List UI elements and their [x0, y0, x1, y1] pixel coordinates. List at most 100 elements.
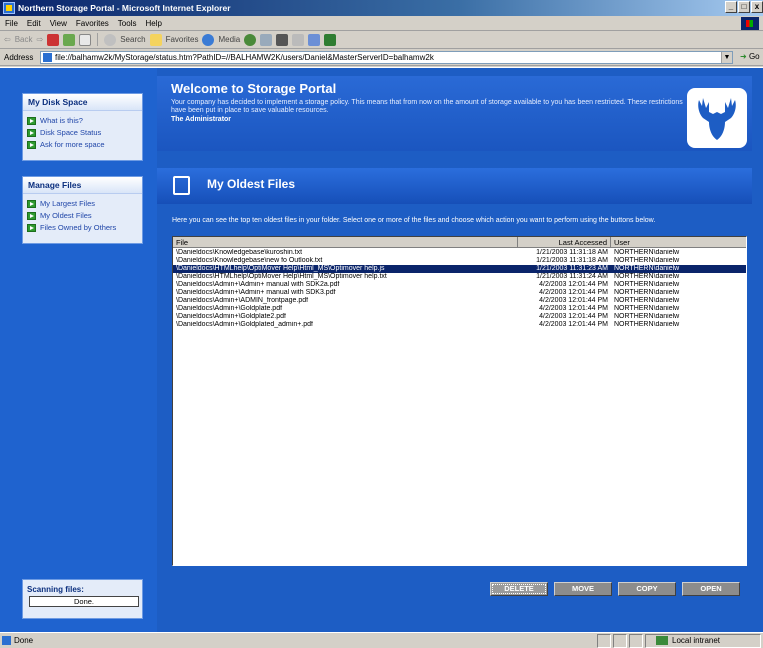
- file-name-cell: \Danieldocs\Admin+\Admin+ manual with SD…: [176, 289, 336, 296]
- history-icon[interactable]: [244, 33, 257, 46]
- file-list-header: File Last Accessed User: [173, 237, 746, 248]
- last-accessed-cell: 4/2/2003 12:01:44 PM: [539, 321, 608, 328]
- menu-file[interactable]: File: [5, 16, 18, 30]
- last-accessed-cell: 1/21/2003 11:31:24 AM: [536, 273, 608, 280]
- file-row[interactable]: \Danieldocs\Admin+\Admin+ manual with SD…: [173, 289, 746, 297]
- file-row[interactable]: \Danieldocs\Admin+\Goldplate.pdf 4/2/2003…: [173, 305, 746, 313]
- file-name-cell: \Danieldocs\Admin+\Goldplate2.pdf: [176, 313, 286, 320]
- arrow-icon: [27, 200, 36, 208]
- window-title: Northern Storage Portal - Microsoft Inte…: [18, 3, 231, 13]
- user-cell: NORTHERN\danielw: [614, 281, 680, 288]
- sidebar-link-my-largest-files[interactable]: My Largest Files: [23, 198, 142, 210]
- sidebar-link-my-oldest-files[interactable]: My Oldest Files: [23, 210, 142, 222]
- toolbar: ⇦ Back ⇨ Search Favorites Media: [0, 31, 763, 49]
- messenger-icon[interactable]: [324, 33, 337, 46]
- panel-title: My Disk Space: [23, 94, 142, 111]
- column-header-file[interactable]: File: [173, 237, 518, 248]
- column-header-user[interactable]: User: [611, 237, 746, 248]
- edit-icon[interactable]: [292, 33, 305, 46]
- menu-favorites[interactable]: Favorites: [76, 16, 109, 30]
- sidebar-link-what-is-this[interactable]: What is this?: [23, 115, 142, 127]
- print-icon[interactable]: [276, 33, 289, 46]
- panel-title: Manage Files: [23, 177, 142, 194]
- user-cell: NORTHERN\danielw: [614, 249, 680, 256]
- mail-icon[interactable]: [260, 33, 273, 46]
- file-name-cell: \Danieldocs\HTMLhelp\OptiMover Help\Html…: [176, 273, 387, 280]
- file-row[interactable]: \Danieldocs\Knowledgebase\kuroshin.txt 1/…: [173, 249, 746, 257]
- search-button[interactable]: Search: [120, 35, 145, 44]
- title-bar: Northern Storage Portal - Microsoft Inte…: [0, 0, 763, 16]
- last-accessed-cell: 4/2/2003 12:01:44 PM: [539, 289, 608, 296]
- user-cell: NORTHERN\danielw: [614, 273, 680, 280]
- delete-button[interactable]: DELETE: [490, 582, 548, 596]
- welcome-banner: Welcome to Storage Portal Your company h…: [157, 76, 752, 151]
- discuss-icon[interactable]: [308, 33, 321, 46]
- windows-logo-icon: [741, 17, 759, 30]
- move-button[interactable]: MOVE: [554, 582, 612, 596]
- refresh-icon[interactable]: [63, 33, 76, 46]
- column-header-last-accessed[interactable]: Last Accessed: [518, 237, 611, 248]
- maximize-button[interactable]: □: [738, 1, 750, 13]
- minimize-button[interactable]: _: [725, 1, 737, 13]
- arrow-icon: [27, 117, 36, 125]
- menu-help[interactable]: Help: [145, 16, 161, 30]
- media-button[interactable]: Media: [218, 35, 240, 44]
- file-row[interactable]: \Danieldocs\Knowledgebase\new fo Outlook…: [173, 257, 746, 265]
- address-input[interactable]: file://balhamw2k/MyStorage/status.htm?Pa…: [40, 51, 733, 64]
- files-icon: [173, 176, 190, 195]
- stop-icon[interactable]: [47, 33, 60, 46]
- open-button[interactable]: OPEN: [682, 582, 740, 596]
- file-row[interactable]: \Danieldocs\Admin+\Goldplate2.pdf 4/2/200…: [173, 313, 746, 321]
- main-content: Welcome to Storage Portal Your company h…: [157, 68, 763, 632]
- file-name-cell: \Danieldocs\HTMLhelp\OptiMover Help\Html…: [176, 265, 385, 272]
- menu-tools[interactable]: Tools: [118, 16, 137, 30]
- section-title: My Oldest Files: [207, 177, 296, 191]
- favorites-icon[interactable]: [149, 33, 162, 46]
- file-row[interactable]: \Danieldocs\Admin+\ADMIN_frontpage.pdf 4/…: [173, 297, 746, 305]
- file-name-cell: \Danieldocs\Knowledgebase\new fo Outlook…: [176, 257, 323, 264]
- ie-icon: [3, 2, 15, 14]
- status-cell: [613, 634, 627, 648]
- back-arrow-icon[interactable]: ⇦: [4, 35, 11, 44]
- status-text: Done: [14, 636, 34, 645]
- file-row[interactable]: \Danieldocs\HTMLhelp\OptiMover Help\Html…: [173, 265, 746, 273]
- search-icon[interactable]: [104, 33, 117, 46]
- back-button[interactable]: Back: [15, 35, 33, 44]
- go-label: Go: [748, 52, 760, 61]
- sidebar-link-ask-for-more-space[interactable]: Ask for more space: [23, 139, 142, 151]
- page-status-icon: [2, 636, 11, 645]
- web-page: My Disk Space What is this? Disk Space S…: [0, 67, 763, 632]
- menu-edit[interactable]: Edit: [27, 16, 41, 30]
- last-accessed-cell: 1/21/2003 11:31:18 AM: [536, 257, 608, 264]
- toolbar-separator: [97, 33, 99, 46]
- media-icon[interactable]: [202, 33, 215, 46]
- menu-view[interactable]: View: [50, 16, 67, 30]
- sidebar-link-files-owned-by-others[interactable]: Files Owned by Others: [23, 222, 142, 234]
- user-cell: NORTHERN\danielw: [614, 305, 680, 312]
- file-row[interactable]: \Danieldocs\HTMLhelp\OptiMover Help\Html…: [173, 273, 746, 281]
- sidebar: My Disk Space What is this? Disk Space S…: [0, 68, 157, 632]
- file-name-cell: \Danieldocs\Admin+\ADMIN_frontpage.pdf: [176, 297, 309, 304]
- scanning-label: Scanning files:: [27, 585, 84, 594]
- scanning-status-box: Done.: [29, 596, 139, 607]
- file-row[interactable]: \Danieldocs\Admin+\Goldplated_admin+.pdf…: [173, 321, 746, 329]
- status-bar: Done Local intranet: [0, 632, 763, 648]
- user-cell: NORTHERN\danielw: [614, 321, 680, 328]
- file-row[interactable]: \Danieldocs\Admin+\Admin+ manual with SD…: [173, 281, 746, 289]
- link-label: Disk Space Status: [40, 128, 102, 137]
- arrow-icon: [27, 224, 36, 232]
- intranet-icon: [656, 636, 668, 645]
- last-accessed-cell: 4/2/2003 12:01:44 PM: [539, 305, 608, 312]
- address-dropdown-icon[interactable]: ▼: [721, 52, 732, 63]
- close-button[interactable]: x: [751, 1, 763, 13]
- copy-button[interactable]: COPY: [618, 582, 676, 596]
- last-accessed-cell: 4/2/2003 12:01:44 PM: [539, 297, 608, 304]
- home-icon[interactable]: [79, 33, 92, 46]
- sidebar-link-disk-space-status[interactable]: Disk Space Status: [23, 127, 142, 139]
- favorites-button[interactable]: Favorites: [166, 35, 199, 44]
- action-buttons: DELETE MOVE COPY OPEN: [490, 582, 740, 596]
- file-list[interactable]: File Last Accessed User \Danieldocs\Know…: [172, 236, 747, 566]
- go-button[interactable]: ➜ Go: [740, 52, 760, 61]
- file-name-cell: \Danieldocs\Admin+\Admin+ manual with SD…: [176, 281, 340, 288]
- forward-arrow-icon[interactable]: ⇨: [37, 35, 44, 44]
